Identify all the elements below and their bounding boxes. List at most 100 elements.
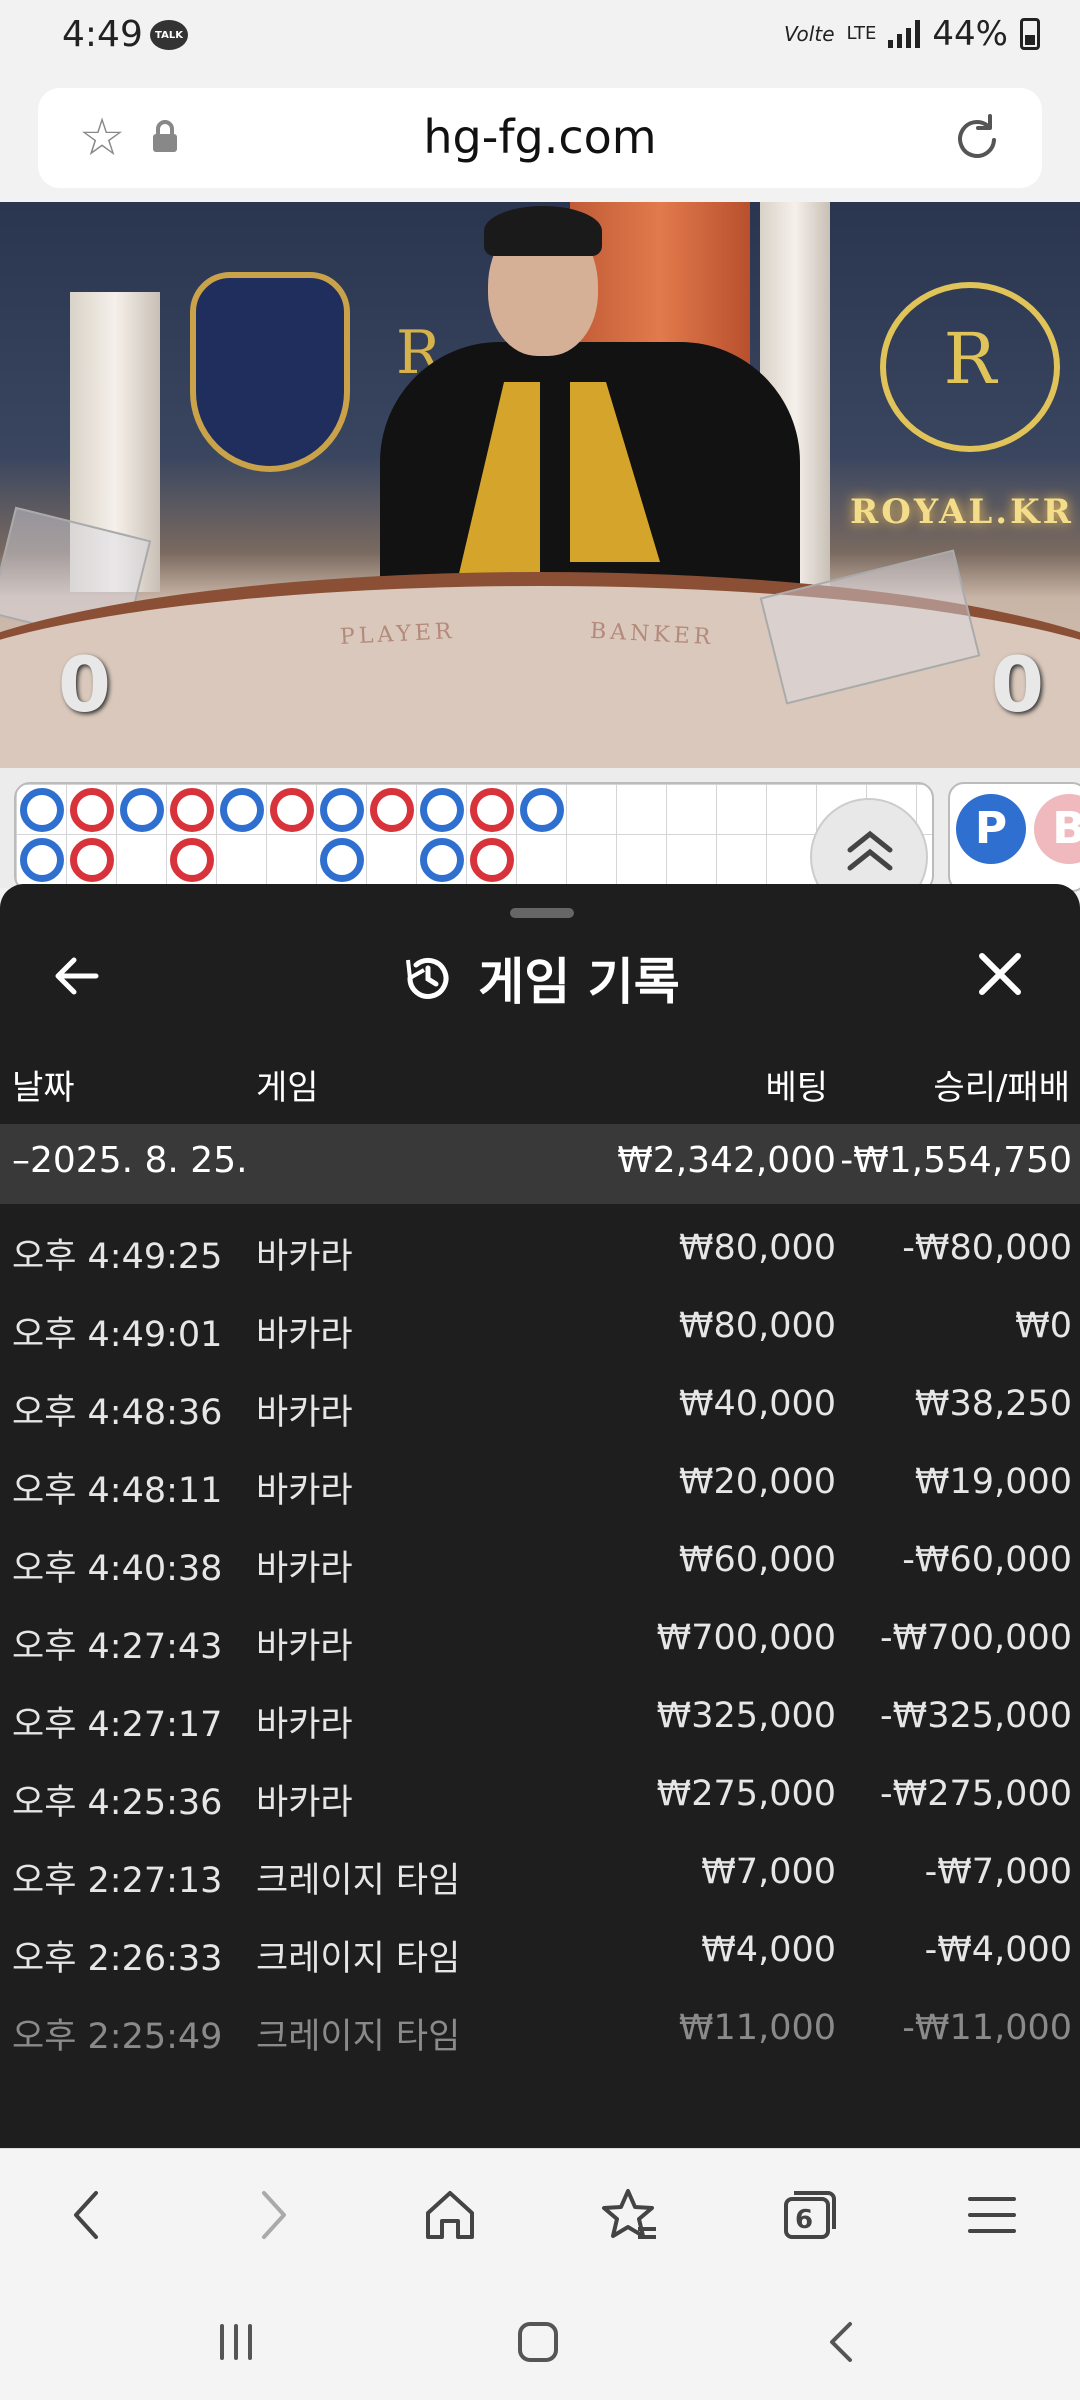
volte-icon: Volte — [784, 22, 835, 46]
table-row[interactable]: 오후 4:49:25 바카라 ₩80,000 -₩80,000 — [0, 1208, 1080, 1286]
history-icon — [406, 957, 449, 999]
row-result: ₩0 — [1015, 1306, 1072, 1346]
table-row[interactable]: 오후 4:40:38 바카라 ₩60,000 -₩60,000 — [0, 1520, 1080, 1598]
predict-panel[interactable]: P B — [948, 782, 1080, 892]
system-navigation-bar — [0, 2278, 1080, 2400]
table-row[interactable]: 오후 4:48:11 바카라 ₩20,000 ₩19,000 — [0, 1442, 1080, 1520]
bead-player — [20, 788, 64, 832]
row-result: -₩4,000 — [924, 1930, 1072, 1970]
row-bet: ₩80,000 — [678, 1228, 836, 1268]
royal-crest-logo: R — [880, 282, 1060, 452]
battery-icon — [1020, 18, 1040, 50]
row-time: 오후 4:48:36 — [12, 1393, 223, 1433]
row-bet: ₩60,000 — [678, 1540, 836, 1580]
tabs-button[interactable]: 6 — [776, 2183, 840, 2247]
game-history-sheet: 게임 기록 날짜 게임 베팅 승리/패배 –2025. 8. 25. ₩2,34… — [0, 884, 1080, 2148]
title-text: 게임 기록 — [478, 953, 680, 1011]
player-score: 0 — [58, 640, 111, 729]
address-bar[interactable]: ☆ hg-fg.com — [38, 88, 1042, 188]
bead-player — [420, 788, 464, 832]
table-row[interactable]: 오후 4:49:01 바카라 ₩80,000 ₩0 — [0, 1286, 1080, 1364]
bead-banker — [270, 788, 314, 832]
browser-toolbar: 6 — [0, 2148, 1080, 2278]
banker-predict[interactable]: B — [1034, 794, 1080, 864]
row-game: 바카라 — [256, 1393, 353, 1433]
banker-score: 0 — [991, 640, 1044, 729]
row-time: 오후 4:40:38 — [12, 1549, 223, 1589]
column-header-date: 날짜 — [12, 1068, 75, 1108]
row-result: -₩60,000 — [902, 1540, 1072, 1580]
row-result: -₩275,000 — [880, 1774, 1072, 1814]
column-header-game: 게임 — [256, 1068, 319, 1108]
brand-sign: ROYAL.KR — [850, 492, 1074, 532]
player-predict[interactable]: P — [956, 794, 1026, 864]
signal-icon — [888, 20, 921, 48]
row-game: 바카라 — [256, 1315, 353, 1355]
row-game: 바카라 — [256, 1549, 353, 1589]
url-text[interactable]: hg-fg.com — [38, 110, 1042, 164]
row-bet: ₩700,000 — [656, 1618, 836, 1658]
bead-player — [420, 838, 464, 882]
bead-banker — [470, 788, 514, 832]
row-result: ₩19,000 — [914, 1462, 1072, 1502]
table-row[interactable]: 오후 2:27:13 크레이지 타임 ₩7,000 -₩7,000 — [0, 1832, 1080, 1910]
refresh-icon[interactable] — [950, 110, 1006, 166]
battery-percent: 44% — [932, 14, 1008, 54]
bookmarks-icon[interactable] — [598, 2183, 662, 2247]
bead-banker — [70, 838, 114, 882]
bead-player — [220, 788, 264, 832]
group-result-total: -₩1,554,750 — [840, 1140, 1072, 1181]
live-video-stream[interactable]: R R ROYAL.KR PLAYER BANKER 0 0 — [0, 202, 1080, 768]
back-icon[interactable] — [56, 2183, 120, 2247]
group-bet-total: ₩2,342,000 — [617, 1140, 836, 1181]
bead-player — [320, 838, 364, 882]
row-bet: ₩40,000 — [678, 1384, 836, 1424]
home-icon[interactable] — [418, 2183, 482, 2247]
table-row[interactable]: 오후 4:25:36 바카라 ₩275,000 -₩275,000 — [0, 1754, 1080, 1832]
forward-icon[interactable] — [240, 2183, 304, 2247]
row-time: 오후 2:27:13 — [12, 1861, 223, 1901]
bead-player — [320, 788, 364, 832]
row-game: 바카라 — [256, 1705, 353, 1745]
row-result: ₩38,250 — [914, 1384, 1072, 1424]
tab-count: 6 — [794, 2205, 814, 2235]
bead-player — [20, 838, 64, 882]
column-header-result: 승리/패배 — [933, 1068, 1070, 1108]
sheet-title: 게임 기록 — [0, 942, 1080, 1014]
table-row[interactable]: 오후 2:26:33 크레이지 타임 ₩4,000 -₩4,000 — [0, 1910, 1080, 1988]
date-group-row[interactable]: –2025. 8. 25. ₩2,342,000 -₩1,554,750 — [0, 1124, 1080, 1204]
row-bet: ₩275,000 — [656, 1774, 836, 1814]
menu-icon[interactable] — [960, 2183, 1024, 2247]
home-button-icon[interactable] — [508, 2312, 568, 2372]
bead-banker — [170, 788, 214, 832]
row-time: 오후 4:27:43 — [12, 1627, 223, 1667]
status-indicators: Volte LTE 44% — [784, 14, 1040, 54]
table-row[interactable]: 오후 4:27:43 바카라 ₩700,000 -₩700,000 — [0, 1598, 1080, 1676]
row-result: -₩7,000 — [924, 1852, 1072, 1892]
row-time: 오후 4:49:25 — [12, 1237, 223, 1277]
row-game: 크레이지 타임 — [256, 1861, 461, 1901]
bead-banker — [470, 838, 514, 882]
row-game: 크레이지 타임 — [256, 2017, 461, 2057]
row-time: 오후 2:26:33 — [12, 1939, 223, 1979]
bead-road-grid — [14, 782, 934, 892]
row-game: 바카라 — [256, 1237, 353, 1277]
row-result: -₩325,000 — [880, 1696, 1072, 1736]
table-row[interactable]: 오후 2:25:49 크레이지 타임 ₩11,000 -₩11,000 — [0, 1988, 1080, 2066]
kakaotalk-notification-icon: TALK — [150, 20, 188, 50]
table-row[interactable]: 오후 4:48:36 바카라 ₩40,000 ₩38,250 — [0, 1364, 1080, 1442]
bead-banker — [170, 838, 214, 882]
drag-handle[interactable] — [510, 908, 574, 918]
row-time: 오후 2:25:49 — [12, 2017, 223, 2057]
royal-shield-logo: R — [190, 272, 441, 472]
row-bet: ₩4,000 — [701, 1930, 836, 1970]
recent-apps-icon[interactable] — [206, 2312, 266, 2372]
system-back-icon[interactable] — [812, 2312, 872, 2372]
row-bet: ₩325,000 — [656, 1696, 836, 1736]
close-icon[interactable] — [972, 946, 1028, 1002]
row-bet: ₩11,000 — [678, 2008, 836, 2048]
table-row[interactable]: 오후 4:27:17 바카라 ₩325,000 -₩325,000 — [0, 1676, 1080, 1754]
history-list: 오후 4:49:25 바카라 ₩80,000 -₩80,000 오후 4:49:… — [0, 1208, 1080, 2066]
scroll-fade — [0, 2064, 1080, 2148]
row-game: 바카라 — [256, 1471, 353, 1511]
